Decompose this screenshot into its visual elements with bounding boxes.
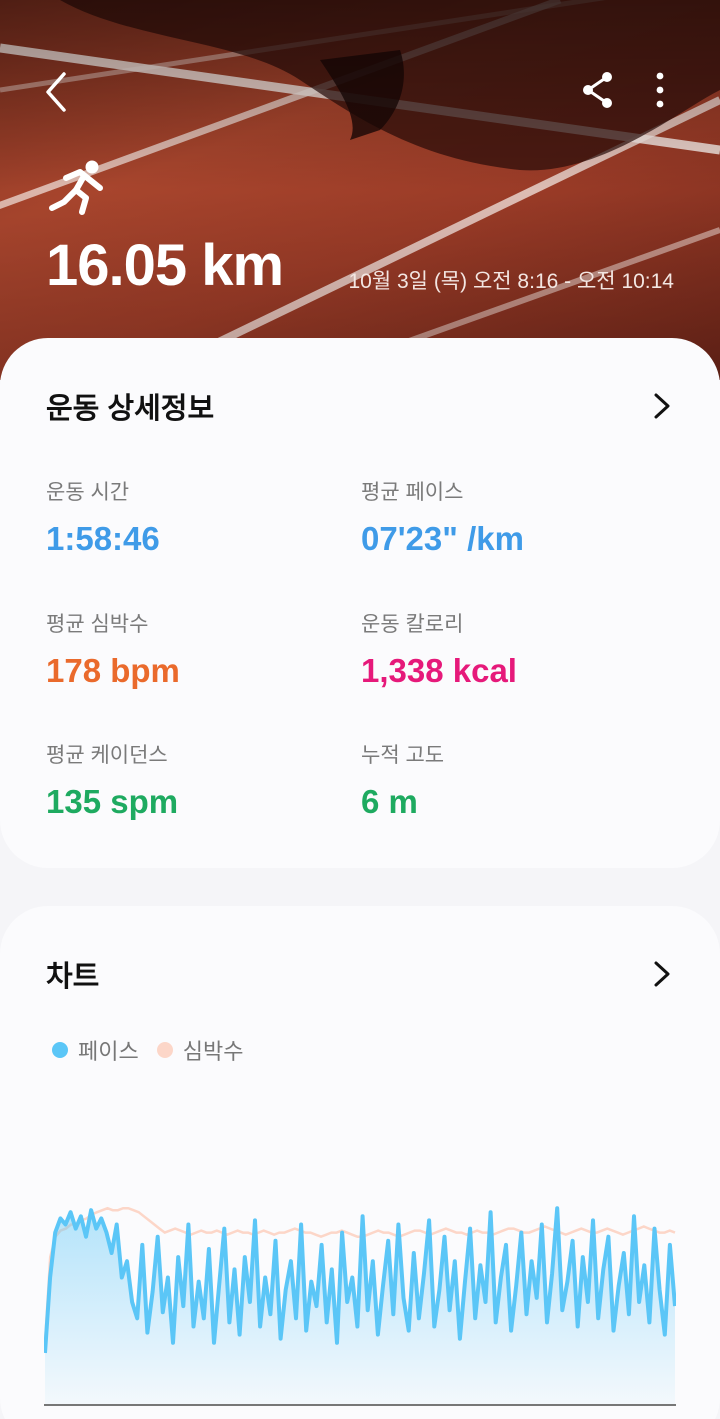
chevron-left-icon <box>46 72 66 112</box>
legend-dot-pace <box>52 1042 68 1058</box>
stat-avg-heart-rate: 평균 심박수 178 bpm <box>46 608 180 690</box>
stat-avg-cadence: 평균 케이던스 135 spm <box>46 739 178 821</box>
chart-title: 차트 <box>46 961 100 993</box>
chart-legend: 페이스 심박수 <box>52 1034 243 1066</box>
stat-label: 운동 시간 <box>46 481 130 504</box>
workout-details-header[interactable]: 운동 상세정보 <box>46 386 674 426</box>
stat-duration: 운동 시간 1:58:46 <box>46 476 160 558</box>
legend-item-pace: 페이스 <box>52 1034 139 1066</box>
chart-header[interactable]: 차트 <box>46 954 674 994</box>
stat-value: 07'23" /km <box>361 520 524 557</box>
stat-value: 135 spm <box>46 783 179 820</box>
chart-card: 차트 페이스 심박수 <box>0 906 720 1419</box>
stat-avg-pace: 평균 페이스 07'23" /km <box>361 476 524 558</box>
back-button[interactable] <box>38 68 78 116</box>
legend-label-pace: 페이스 <box>78 1039 139 1064</box>
stat-label: 평균 케이던스 <box>46 744 168 767</box>
legend-dot-heart-rate <box>156 1042 173 1058</box>
stat-label: 운동 칼로리 <box>361 613 464 636</box>
chevron-right-icon <box>654 961 670 987</box>
more-options-button[interactable] <box>640 68 680 112</box>
pace-heart-rate-chart <box>44 1206 676 1406</box>
stat-value: 1,338 kcal <box>361 652 517 689</box>
share-button[interactable] <box>578 68 618 112</box>
stat-value: 178 bpm <box>46 652 180 689</box>
legend-label-heart-rate: 심박수 <box>182 1039 244 1064</box>
chevron-right-icon <box>654 393 670 419</box>
distance-value: 16.05 km <box>46 233 284 298</box>
stat-label: 평균 심박수 <box>46 613 149 636</box>
stat-calories: 운동 칼로리 1,338 kcal <box>361 608 517 690</box>
stat-label: 누적 고도 <box>361 744 445 767</box>
share-icon <box>583 72 612 108</box>
workout-details-card: 운동 상세정보 운동 시간 1:58:46 평균 페이스 07'23" /km … <box>0 338 720 868</box>
workout-time-range: 10월 3일 (목) 오전 8:16 - 오전 10:14 <box>348 270 674 293</box>
stat-value: 1:58:46 <box>46 520 160 557</box>
stat-label: 평균 페이스 <box>361 481 464 504</box>
legend-item-heart-rate: 심박수 <box>156 1034 244 1066</box>
more-vertical-icon <box>656 72 664 108</box>
running-icon <box>49 160 103 215</box>
stat-value: 6 m <box>361 783 418 820</box>
workout-details-title: 운동 상세정보 <box>46 393 215 425</box>
stat-elevation-gain: 누적 고도 6 m <box>361 739 444 821</box>
hero-header: 16.05 km 10월 3일 (목) 오전 8:16 - 오전 10:14 <box>0 0 720 380</box>
